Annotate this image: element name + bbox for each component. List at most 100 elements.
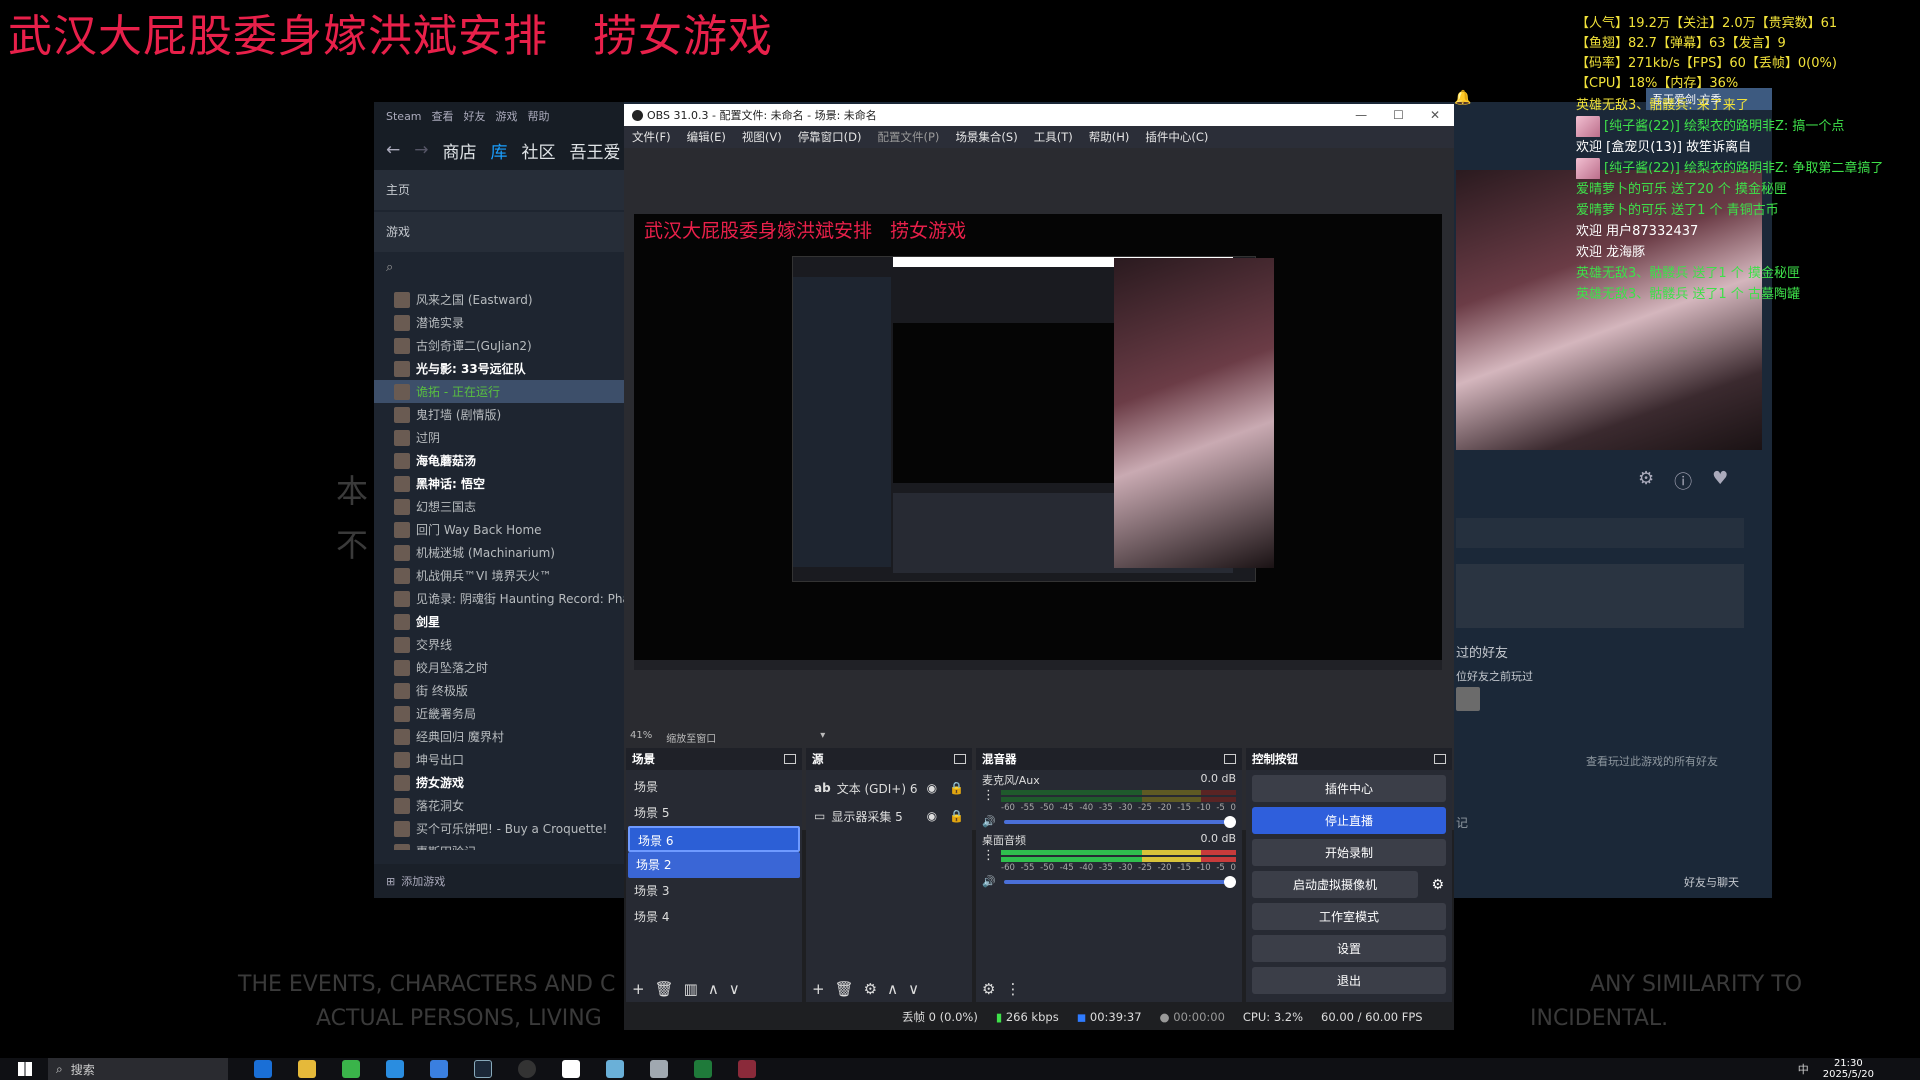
game-list-item[interactable]: 机械迷城 (Machinarium): [374, 541, 624, 564]
menu-docks[interactable]: 停靠窗口(D): [798, 129, 862, 145]
close-icon[interactable]: ✕: [1430, 108, 1440, 122]
more-icon[interactable]: ⋮: [982, 848, 995, 863]
control-button[interactable]: 插件中心: [1252, 775, 1446, 802]
game-list-item[interactable]: 经典回归 魔界村: [374, 725, 624, 748]
excel-icon[interactable]: [694, 1060, 712, 1078]
game-list-item[interactable]: 古剑奇谭二(GuJian2): [374, 334, 624, 357]
popout-icon[interactable]: [1434, 754, 1446, 764]
speaker-icon[interactable]: 🔊: [982, 875, 996, 888]
scene-item[interactable]: 场景 5: [626, 800, 802, 826]
games-header[interactable]: 游戏: [374, 212, 624, 252]
gear-icon[interactable]: ⚙: [864, 980, 877, 998]
game-list-item[interactable]: 幻想三国志: [374, 495, 624, 518]
chevron-down-icon[interactable]: ▾: [820, 730, 825, 745]
game-list-item[interactable]: 鬼打墙 (剧情版): [374, 403, 624, 426]
ime-indicator[interactable]: 中: [1798, 1061, 1809, 1077]
steam-menu-friends[interactable]: 好友: [464, 108, 486, 124]
volume-slider[interactable]: [1003, 815, 1237, 828]
game-list-item[interactable]: 见诡录: 阴魂街 Haunting Record: Phant: [374, 587, 624, 610]
menu-file[interactable]: 文件(F): [632, 129, 671, 145]
game-list-item[interactable]: 潜诡实录: [374, 311, 624, 334]
app-icon[interactable]: [606, 1060, 624, 1078]
filter-icon[interactable]: ▥: [684, 980, 698, 998]
game-list-item[interactable]: 过阴: [374, 426, 624, 449]
see-all-friends-link[interactable]: 查看玩过此游戏的所有好友: [1586, 753, 1718, 769]
menu-plugin-center[interactable]: 插件中心(C): [1145, 129, 1208, 145]
menu-help[interactable]: 帮助(H): [1089, 129, 1130, 145]
game-list-item[interactable]: 街 终极版: [374, 679, 624, 702]
maximize-icon[interactable]: ☐: [1393, 108, 1404, 122]
friend-avatar[interactable]: [1456, 687, 1480, 711]
control-button[interactable]: 退出: [1252, 967, 1446, 994]
nav-profile[interactable]: 吾王爱: [570, 138, 621, 163]
popout-icon[interactable]: [784, 754, 796, 764]
scene-item[interactable]: 场景 6: [628, 826, 800, 852]
popout-icon[interactable]: [954, 754, 966, 764]
bell-icon[interactable]: 🔔: [1454, 90, 1471, 106]
scene-item[interactable]: 场景 2: [628, 852, 800, 878]
obs-icon[interactable]: [518, 1060, 536, 1078]
scene-item[interactable]: 场景 4: [626, 904, 802, 930]
friends-chat-button[interactable]: 好友与聊天: [1684, 874, 1739, 890]
gear-icon[interactable]: ⚙: [1638, 468, 1654, 494]
app-icon[interactable]: [650, 1060, 668, 1078]
move-down-icon[interactable]: ∨: [908, 980, 919, 998]
lock-icon[interactable]: 🔒: [949, 781, 964, 795]
menu-tools[interactable]: 工具(T): [1034, 129, 1073, 145]
add-icon[interactable]: +: [632, 980, 645, 998]
game-list-item[interactable]: 买个可乐饼吧! - Buy a Croquette!: [374, 817, 624, 840]
nav-library[interactable]: 库: [491, 138, 508, 163]
app-icon[interactable]: [386, 1060, 404, 1078]
trash-icon[interactable]: 🗑: [835, 980, 854, 998]
menu-scene-collection[interactable]: 场景集合(S): [955, 129, 1017, 145]
menu-profile[interactable]: 配置文件(P): [878, 129, 940, 145]
steam-icon[interactable]: [474, 1060, 492, 1078]
move-up-icon[interactable]: ∧: [708, 980, 719, 998]
gear-icon[interactable]: ⚙: [1431, 877, 1444, 893]
game-list-item[interactable]: 风来之国 (Eastward): [374, 288, 624, 311]
taskbar-clock[interactable]: 21:30 2025/5/20: [1823, 1058, 1920, 1080]
minimize-icon[interactable]: —: [1355, 108, 1367, 122]
more-icon[interactable]: ⋮: [1005, 980, 1020, 998]
add-icon[interactable]: +: [812, 980, 825, 998]
advanced-audio-icon[interactable]: ⚙: [982, 980, 995, 998]
game-list-item[interactable]: 黑神话: 悟空: [374, 472, 624, 495]
game-list-item[interactable]: 海龟蘑菇汤: [374, 449, 624, 472]
control-button[interactable]: 工作室模式: [1252, 903, 1446, 930]
nav-store[interactable]: 商店: [443, 138, 477, 163]
more-icon[interactable]: ⋮: [982, 788, 995, 803]
steam-menu-steam[interactable]: Steam: [386, 110, 422, 123]
steam-menu-view[interactable]: 查看: [432, 108, 454, 124]
edge-icon[interactable]: [254, 1060, 272, 1078]
obs-preview-canvas[interactable]: 武汉大屁股委身嫁洪斌安排 捞女游戏: [634, 214, 1442, 670]
game-list-item[interactable]: 落花洞女: [374, 794, 624, 817]
source-item[interactable]: ab 文本 (GDI+) 6 ◉ 🔒: [806, 774, 972, 802]
game-list-item[interactable]: 机战佣兵™VI 境界天火™: [374, 564, 624, 587]
wechat-icon[interactable]: [342, 1060, 360, 1078]
popout-icon[interactable]: [1224, 754, 1236, 764]
library-search[interactable]: ⌕: [374, 252, 624, 282]
menu-view[interactable]: 视图(V): [742, 129, 782, 145]
game-list-item[interactable]: 惠斯田验记: [374, 840, 624, 850]
menu-edit[interactable]: 编辑(E): [687, 129, 726, 145]
scene-item[interactable]: 场景: [626, 774, 802, 800]
folder-icon[interactable]: [298, 1060, 316, 1078]
control-button[interactable]: 设置: [1252, 935, 1446, 962]
back-arrow-icon[interactable]: ←: [386, 140, 400, 160]
move-up-icon[interactable]: ∧: [887, 980, 898, 998]
move-down-icon[interactable]: ∨: [729, 980, 740, 998]
zoom-mode-select[interactable]: 缩放至窗口: [666, 730, 716, 745]
nav-community[interactable]: 社区: [522, 138, 556, 163]
info-icon[interactable]: ⓘ: [1674, 468, 1692, 494]
eye-icon[interactable]: ◉: [927, 781, 937, 795]
heart-icon[interactable]: ♥: [1712, 468, 1728, 494]
game-list-item[interactable]: 交界线: [374, 633, 624, 656]
control-button[interactable]: 开始录制: [1252, 839, 1446, 866]
game-list-item[interactable]: 近畿署务局: [374, 702, 624, 725]
game-icon[interactable]: [738, 1060, 756, 1078]
game-list-item[interactable]: 捞女游戏: [374, 771, 624, 794]
volume-slider[interactable]: [1003, 875, 1237, 888]
game-list-item[interactable]: 诡拓 - 正在运行: [374, 380, 624, 403]
qq-icon[interactable]: [562, 1060, 580, 1078]
eye-icon[interactable]: ◉: [927, 809, 937, 823]
